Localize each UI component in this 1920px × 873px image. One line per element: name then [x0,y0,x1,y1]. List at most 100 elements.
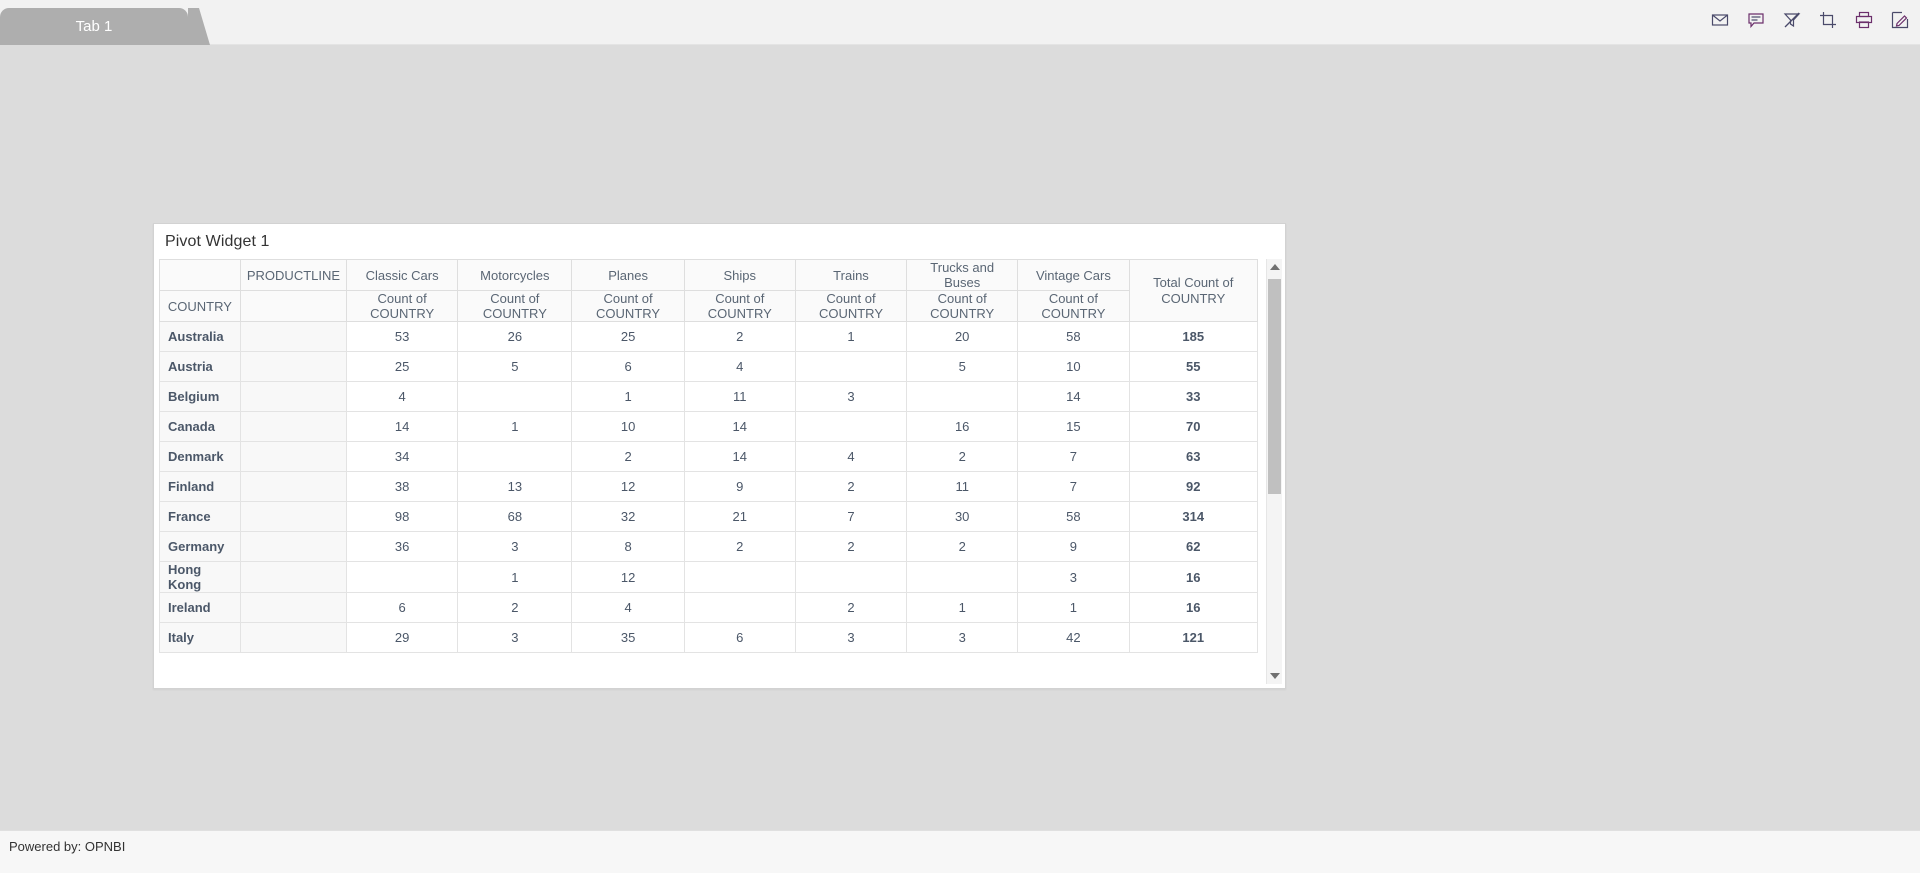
value-cell[interactable]: 2 [794,471,908,502]
value-cell[interactable] [457,381,573,412]
comment-icon[interactable] [1746,10,1766,30]
row-label-cell[interactable]: Australia [159,321,241,352]
row-label-cell[interactable]: Ireland [159,592,241,623]
value-cell[interactable] [683,561,796,593]
col-header-total-count[interactable]: Total Count of COUNTRY [1128,259,1258,322]
value-cell[interactable]: 98 [346,501,459,532]
row-total-cell[interactable]: 16 [1128,561,1258,593]
pivot-vertical-scrollbar[interactable] [1266,259,1282,684]
value-cell[interactable]: 4 [346,381,459,412]
table-row[interactable]: Canada 14 1 10 14 16 15 70 [159,411,1258,442]
col-header-motorcycles[interactable]: Motorcycles [457,259,573,291]
value-cell[interactable]: 10 [571,411,685,442]
col-header-planes[interactable]: Planes [571,259,685,291]
table-row[interactable]: Germany 36 3 8 2 2 2 9 62 [159,531,1258,562]
column-field-header[interactable]: PRODUCTLINE [239,259,348,291]
tab-tab-1[interactable]: Tab 1 [0,8,188,45]
table-row[interactable]: Italy 29 3 35 6 3 3 42 121 [159,622,1258,653]
value-cell[interactable]: 14 [683,411,796,442]
row-label-cell[interactable]: Hong Kong [159,561,241,593]
value-cell[interactable]: 15 [1017,411,1130,442]
value-cell[interactable]: 11 [906,471,1019,502]
row-total-cell[interactable]: 55 [1128,351,1258,382]
value-cell[interactable]: 2 [683,321,796,352]
value-cell[interactable]: 68 [457,501,573,532]
value-cell[interactable]: 26 [457,321,573,352]
row-label-cell[interactable]: Austria [159,351,241,382]
value-cell[interactable]: 3 [1017,561,1130,593]
value-cell[interactable] [457,441,573,472]
pivot-table-scroll-area[interactable]: PRODUCTLINE Classic Cars Motorcycles Pla… [159,259,1259,684]
scroll-down-arrow-icon[interactable] [1267,668,1282,684]
row-total-cell[interactable]: 70 [1128,411,1258,442]
value-cell[interactable]: 3 [457,622,573,653]
scrollbar-thumb[interactable] [1268,279,1281,494]
value-cell[interactable]: 1 [1017,592,1130,623]
row-total-cell[interactable]: 16 [1128,592,1258,623]
table-row[interactable]: Denmark 34 2 14 4 2 7 63 [159,441,1258,472]
value-cell[interactable]: 8 [571,531,685,562]
value-cell[interactable]: 38 [346,471,459,502]
col-header-ships[interactable]: Ships [683,259,796,291]
row-total-cell[interactable]: 62 [1128,531,1258,562]
value-cell[interactable]: 1 [571,381,685,412]
edit-icon[interactable] [1890,10,1910,30]
value-cell[interactable]: 16 [906,411,1019,442]
value-cell[interactable]: 5 [906,351,1019,382]
value-cell[interactable] [906,381,1019,412]
value-cell[interactable]: 35 [571,622,685,653]
value-cell[interactable]: 14 [683,441,796,472]
table-row[interactable]: Austria 25 5 6 4 5 10 55 [159,351,1258,382]
row-label-cell[interactable]: Finland [159,471,241,502]
value-cell[interactable]: 9 [683,471,796,502]
value-cell[interactable]: 6 [346,592,459,623]
value-cell[interactable]: 11 [683,381,796,412]
value-cell[interactable] [683,592,796,623]
value-cell[interactable]: 29 [346,622,459,653]
value-cell[interactable] [794,411,908,442]
value-cell[interactable]: 4 [794,441,908,472]
value-cell[interactable]: 4 [571,592,685,623]
table-row[interactable]: France 98 68 32 21 7 30 58 314 [159,501,1258,532]
value-cell[interactable]: 14 [346,411,459,442]
table-row[interactable]: Belgium 4 1 11 3 14 33 [159,381,1258,412]
value-cell[interactable]: 6 [571,351,685,382]
value-cell[interactable]: 13 [457,471,573,502]
value-cell[interactable]: 3 [794,622,908,653]
col-header-trucks-and-buses[interactable]: Trucks and Buses [906,259,1019,291]
value-cell[interactable]: 2 [794,592,908,623]
value-cell[interactable]: 53 [346,321,459,352]
value-cell[interactable]: 12 [571,561,685,593]
value-cell[interactable]: 25 [346,351,459,382]
value-cell[interactable]: 58 [1017,321,1130,352]
value-cell[interactable]: 2 [683,531,796,562]
row-label-cell[interactable]: Germany [159,531,241,562]
value-cell[interactable]: 5 [457,351,573,382]
table-row[interactable]: Hong Kong 1 12 3 16 [159,561,1258,593]
col-header-classic-cars[interactable]: Classic Cars [346,259,459,291]
table-row[interactable]: Finland 38 13 12 9 2 11 7 92 [159,471,1258,502]
value-cell[interactable]: 2 [571,441,685,472]
value-cell[interactable]: 42 [1017,622,1130,653]
row-label-cell[interactable]: France [159,501,241,532]
value-cell[interactable]: 7 [1017,471,1130,502]
row-label-cell[interactable]: Canada [159,411,241,442]
value-cell[interactable]: 14 [1017,381,1130,412]
value-cell[interactable]: 1 [457,411,573,442]
value-cell[interactable]: 2 [794,531,908,562]
value-cell[interactable]: 7 [794,501,908,532]
row-total-cell[interactable]: 92 [1128,471,1258,502]
table-row[interactable]: Australia 53 26 25 2 1 20 58 185 [159,321,1258,352]
value-cell[interactable]: 30 [906,501,1019,532]
print-icon[interactable] [1854,10,1874,30]
value-cell[interactable]: 3 [794,381,908,412]
value-cell[interactable]: 10 [1017,351,1130,382]
col-header-vintage-cars[interactable]: Vintage Cars [1017,259,1130,291]
value-cell[interactable]: 2 [906,531,1019,562]
value-cell[interactable]: 9 [1017,531,1130,562]
row-total-cell[interactable]: 63 [1128,441,1258,472]
value-cell[interactable]: 7 [1017,441,1130,472]
value-cell[interactable]: 25 [571,321,685,352]
value-cell[interactable]: 20 [906,321,1019,352]
value-cell[interactable]: 1 [906,592,1019,623]
